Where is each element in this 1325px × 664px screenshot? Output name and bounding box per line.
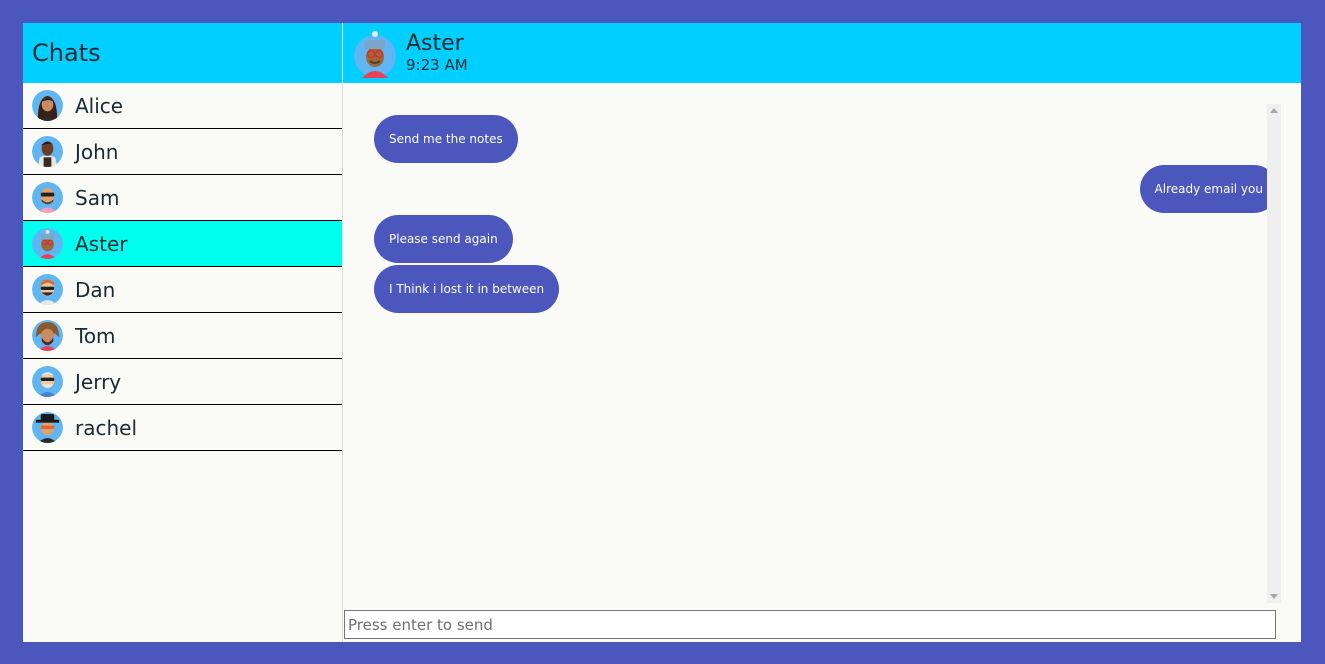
chat-item-label: Sam [75, 185, 120, 210]
message-scrollbar[interactable] [1267, 104, 1281, 603]
scroll-up-arrow-icon[interactable] [1270, 108, 1278, 113]
message-list: Send me the notes Already email you Plea… [343, 83, 1283, 603]
alice-avatar-icon [32, 90, 63, 121]
chat-item-label: John [75, 139, 119, 164]
chat-item-dan[interactable]: Dan [23, 267, 342, 313]
chat-item-alice[interactable]: Alice [23, 83, 342, 129]
dan-avatar-icon [32, 274, 63, 305]
sidebar-title: Chats [32, 39, 101, 67]
composer [344, 610, 1276, 639]
chat-item-aster[interactable]: Aster [23, 221, 342, 267]
chat-item-tom[interactable]: Tom [23, 313, 342, 359]
chat-item-john[interactable]: John [23, 129, 342, 175]
chat-item-label: Aster [75, 231, 128, 256]
chat-item-sam[interactable]: Sam [23, 175, 342, 221]
chat-item-label: Alice [75, 93, 124, 118]
sidebar: Chats Alice John Sam Aster Dan Tom Jerry… [23, 23, 342, 642]
chat-list: Alice John Sam Aster Dan Tom Jerry rache… [23, 83, 342, 451]
message-input[interactable] [344, 610, 1276, 639]
scroll-down-arrow-icon[interactable] [1270, 594, 1278, 599]
tom-avatar-icon [32, 320, 63, 351]
jerry-avatar-icon [32, 366, 63, 397]
chat-item-label: Dan [75, 277, 116, 302]
aster-avatar-icon [32, 228, 63, 259]
message-bubble: Already email you [1139, 165, 1278, 213]
message-bubble: I Think i lost it in between [374, 265, 560, 313]
chat-item-jerry[interactable]: Jerry [23, 359, 342, 405]
conversation-panel: Aster 9:23 AM Send me the notes Already … [342, 23, 1301, 642]
sam-avatar-icon [32, 182, 63, 213]
message-bubble: Send me the notes [374, 115, 518, 163]
conversation-header: Aster 9:23 AM [343, 23, 1301, 83]
message-bubble: Please send again [374, 215, 513, 263]
chat-item-label: Tom [75, 323, 116, 348]
chat-item-label: rachel [75, 415, 138, 440]
sidebar-header: Chats [23, 23, 342, 83]
conversation-meta: Aster 9:23 AM [406, 31, 468, 75]
conversation-title: Aster [406, 31, 464, 56]
conversation-time: 9:23 AM [406, 56, 468, 74]
chat-app: Chats Alice John Sam Aster Dan Tom Jerry… [23, 23, 1301, 642]
rachel-avatar-icon [32, 412, 63, 443]
aster-avatar-icon [354, 31, 396, 78]
john-avatar-icon [32, 136, 63, 167]
chat-item-rachel[interactable]: rachel [23, 405, 342, 451]
chat-item-label: Jerry [75, 369, 122, 394]
